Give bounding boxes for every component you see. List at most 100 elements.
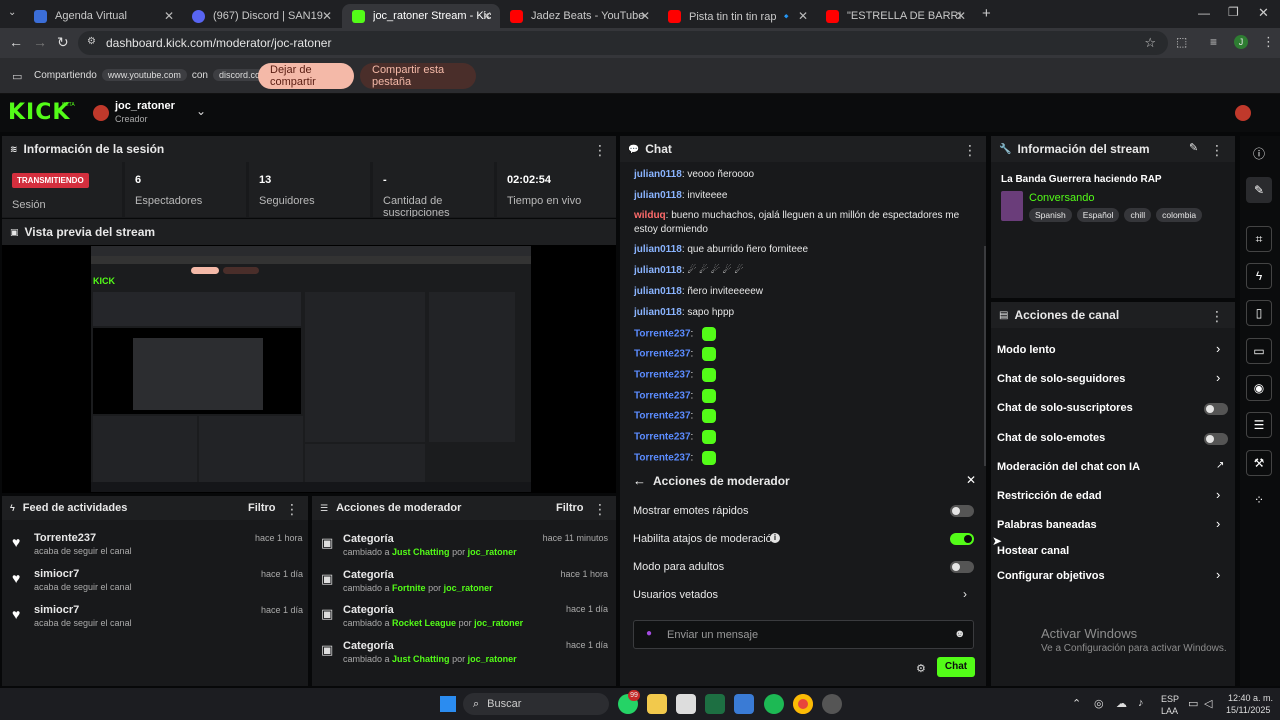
apps-icon[interactable]: ⁘ — [1246, 487, 1272, 513]
category-thumbnail[interactable] — [1001, 191, 1023, 221]
media-icon[interactable]: ≡ — [1210, 35, 1217, 49]
site-info-icon[interactable]: ⚙ — [87, 36, 96, 47]
app-icon[interactable] — [822, 694, 842, 714]
tab-youtube-3[interactable]: "ESTRELLA DE BARRIO" Base de✕ — [816, 4, 974, 28]
chat-menu-icon[interactable]: ⋮ — [963, 142, 977, 159]
session-menu-icon[interactable]: ⋮ — [593, 142, 607, 159]
channel-followers-only[interactable]: Chat de solo-seguidores — [997, 373, 1125, 385]
stop-sharing-button[interactable]: Dejar de compartir — [258, 63, 354, 89]
close-tab-icon[interactable]: ✕ — [164, 9, 174, 23]
chevron-right-icon[interactable]: › — [1216, 567, 1220, 582]
channel-slow-mode[interactable]: Modo lento — [997, 344, 1056, 356]
clock-time[interactable]: 12:40 a. m. — [1228, 693, 1273, 703]
tab-youtube-2[interactable]: Pista tin tin tin rap 🔹 - You✕ — [658, 4, 816, 28]
mod-action-user[interactable]: joc_ratoner — [474, 618, 523, 628]
cloud-icon[interactable]: ☁ — [1116, 697, 1127, 710]
mod-menu-icon[interactable]: ⋮ — [593, 501, 607, 518]
tab-agenda[interactable]: Agenda Virtual ✕ — [24, 4, 182, 28]
chevron-right-icon[interactable]: › — [1216, 516, 1220, 531]
extensions-icon[interactable]: ⬚ — [1176, 35, 1187, 49]
chat-settings-icon[interactable]: ⚙ — [916, 662, 926, 675]
spotify-icon[interactable] — [764, 694, 784, 714]
tag[interactable]: Spanish — [1029, 208, 1072, 222]
chat-username[interactable]: wilduq — [634, 210, 666, 221]
toggle-emotes-only[interactable] — [1204, 433, 1228, 445]
channel-menu-icon[interactable]: ⋮ — [1210, 308, 1224, 325]
feed-menu-icon[interactable]: ⋮ — [285, 501, 299, 518]
mod-action-category[interactable]: Rocket League — [392, 618, 456, 628]
network-icon[interactable]: ▭ — [1188, 697, 1198, 710]
chat-username[interactable]: Torrente237 — [634, 349, 691, 360]
mic-icon[interactable]: ● — [646, 628, 652, 639]
mod-action-user[interactable]: joc_ratoner — [468, 654, 517, 664]
mod-filter-button[interactable]: Filtro — [556, 502, 584, 514]
chat-username[interactable]: Torrente237 — [634, 391, 691, 402]
taskbar-search[interactable]: ⌕ Buscar — [463, 693, 609, 715]
tag[interactable]: chill — [1124, 208, 1152, 222]
chevron-right-icon[interactable]: › — [1216, 487, 1220, 502]
chevron-right-icon[interactable]: › — [1216, 370, 1220, 385]
toggle-subs-only[interactable] — [1204, 403, 1228, 415]
chat-username[interactable]: julian0118 — [634, 169, 682, 180]
toggle-mod-shortcuts[interactable] — [950, 533, 974, 545]
chat-message-input[interactable]: ● Enviar un mensaje ☻ — [633, 620, 974, 649]
toggle-adult-mode[interactable] — [950, 561, 974, 573]
app-icon[interactable] — [734, 694, 754, 714]
stream-preview-video[interactable]: KICK — [91, 246, 531, 492]
close-window-button[interactable]: ✕ — [1258, 5, 1269, 21]
emoji-icon[interactable]: ☻ — [954, 628, 966, 640]
popup-item-banned-users[interactable]: Usuarios vetados — [633, 589, 718, 601]
language-code[interactable]: ESP — [1161, 694, 1179, 704]
close-tab-icon[interactable]: ✕ — [798, 9, 808, 23]
channel-host[interactable]: Hostear canal — [997, 545, 1069, 557]
excel-icon[interactable] — [705, 694, 725, 714]
channel-goals[interactable]: Configurar objetivos — [997, 570, 1105, 582]
tab-discord[interactable]: (967) Discord | SAN19ti, sele✕ — [182, 4, 340, 28]
browser-menu-icon[interactable]: ⋮ — [1262, 34, 1275, 50]
layers-icon[interactable]: ☰ — [1246, 412, 1272, 438]
tray-chevron-icon[interactable]: ⌃ — [1072, 697, 1081, 710]
reload-icon[interactable]: ↻ — [57, 34, 69, 51]
chat-username[interactable]: julian0118 — [634, 286, 682, 297]
chrome-icon[interactable] — [793, 694, 813, 714]
new-tab-button[interactable]: + — [982, 5, 991, 22]
tray-icon[interactable]: ◎ — [1094, 697, 1104, 710]
channel-age-restriction[interactable]: Restricción de edad — [997, 490, 1102, 502]
channel-ai-moderation[interactable]: Moderación del chat con IA — [997, 461, 1140, 473]
mic-icon[interactable]: ♪ — [1138, 697, 1144, 709]
mod-action-category[interactable]: Just Chatting — [392, 654, 450, 664]
back-icon[interactable]: ← — [9, 34, 23, 50]
category-name[interactable]: Conversando — [1029, 192, 1094, 204]
close-tab-icon[interactable]: ✕ — [640, 9, 650, 23]
chevron-right-icon[interactable]: › — [1216, 341, 1220, 356]
scan-icon[interactable]: ⌗ — [1246, 226, 1272, 252]
toggle-quick-emotes[interactable] — [950, 505, 974, 517]
chat-username[interactable]: julian0118 — [634, 190, 682, 201]
channel-banned-words[interactable]: Palabras baneadas — [997, 519, 1097, 531]
profile-avatar[interactable]: J — [1234, 35, 1248, 49]
clock-date[interactable]: 15/11/2025 — [1226, 705, 1270, 715]
minimize-button[interactable]: — — [1198, 6, 1210, 20]
close-icon[interactable]: ✕ — [966, 473, 976, 487]
chat-username[interactable]: Torrente237 — [634, 453, 691, 464]
chat-username[interactable]: julian0118 — [634, 265, 682, 276]
feed-filter-button[interactable]: Filtro — [248, 502, 276, 514]
broadcast-icon[interactable]: ◉ — [1246, 375, 1272, 401]
user-avatar[interactable] — [1235, 105, 1251, 121]
clipboard-icon[interactable]: ▯ — [1246, 300, 1272, 326]
chat-username[interactable]: Torrente237 — [634, 329, 691, 340]
external-link-icon[interactable]: ↗ — [1216, 460, 1224, 471]
share-this-tab-button[interactable]: Compartir esta pestaña — [360, 63, 476, 89]
mod-action-user[interactable]: joc_ratoner — [468, 547, 517, 557]
lightning-icon[interactable]: ϟ — [1246, 263, 1272, 289]
language-layout[interactable]: LAA — [1161, 706, 1178, 716]
edit-pencil-icon[interactable]: ✎ — [1189, 141, 1198, 154]
back-arrow-icon[interactable]: ← — [633, 473, 646, 488]
chat-icon[interactable]: ▭ — [1246, 338, 1272, 364]
chevron-down-icon[interactable]: ⌄ — [196, 104, 206, 118]
tab-kick[interactable]: joc_ratoner Stream - Kick Dashb✕ — [342, 4, 500, 28]
url-input[interactable]: ⚙ dashboard.kick.com/moderator/joc-raton… — [78, 31, 1168, 55]
channel-avatar[interactable] — [93, 105, 109, 121]
bookmark-star-icon[interactable]: ☆ — [1144, 35, 1156, 51]
stream-info-menu-icon[interactable]: ⋮ — [1210, 142, 1224, 159]
